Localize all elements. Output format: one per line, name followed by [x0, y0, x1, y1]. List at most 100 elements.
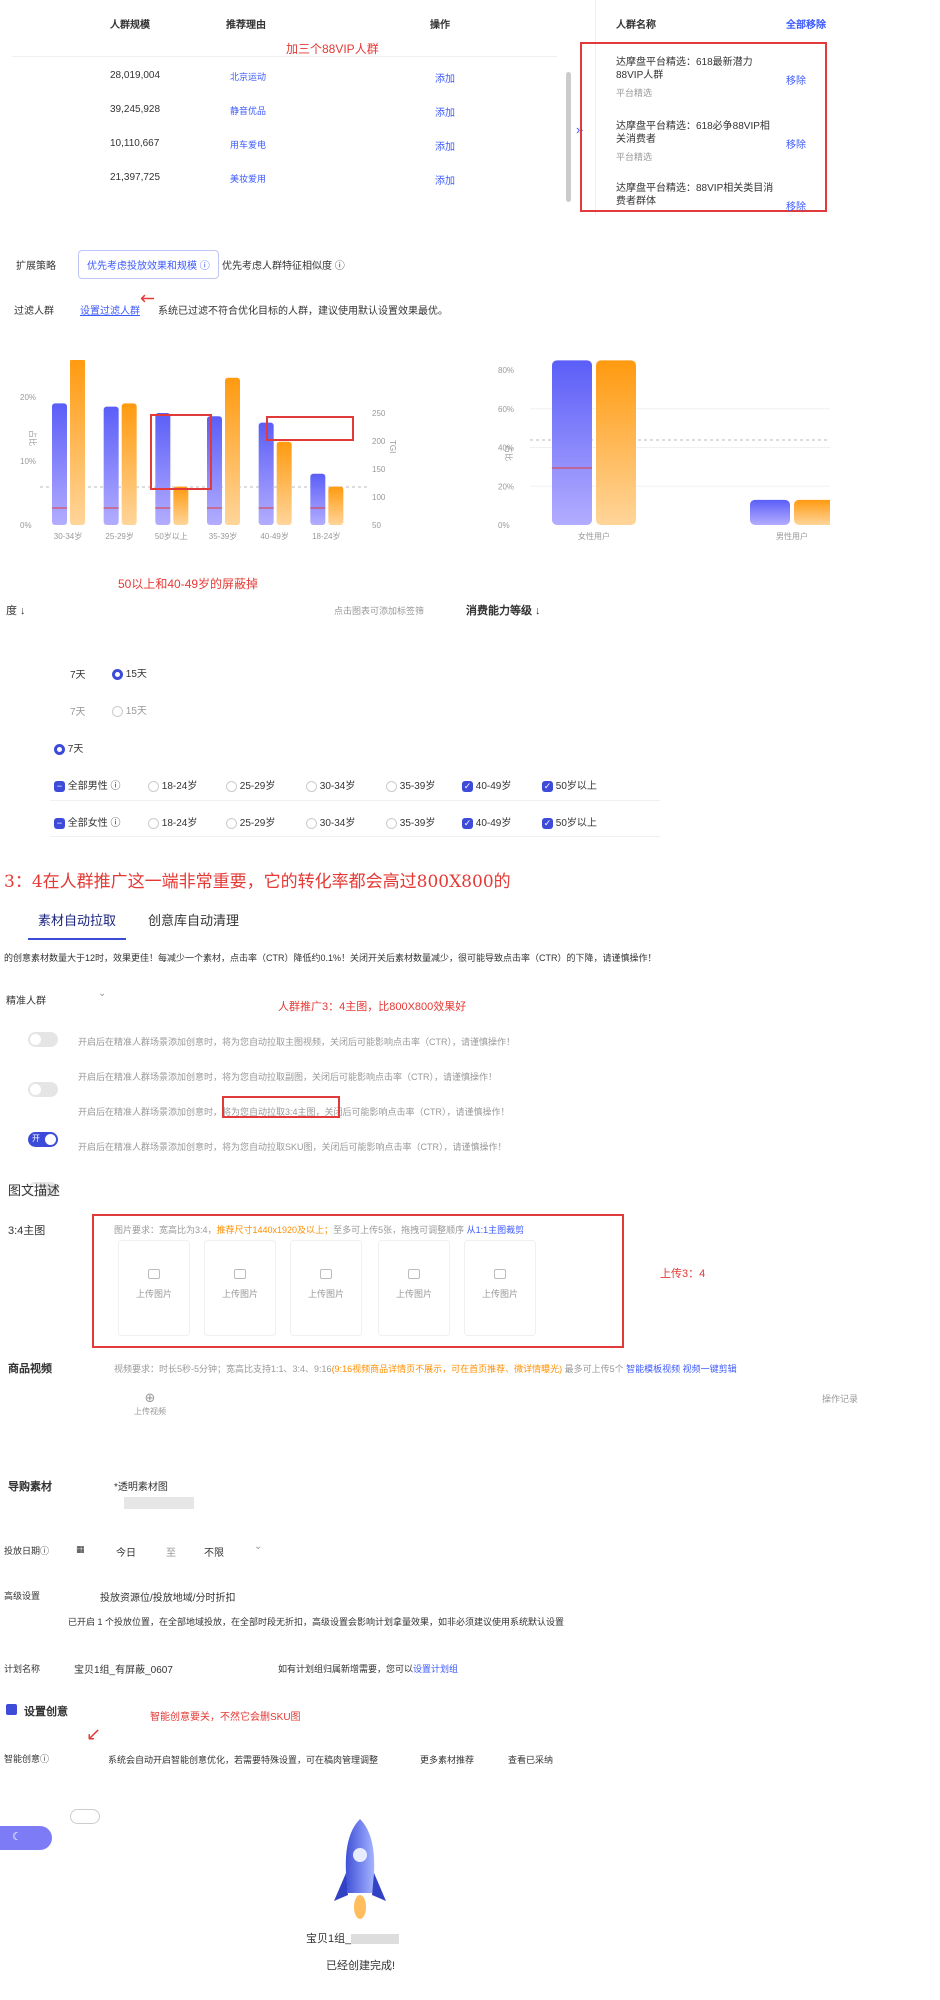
- x-tick-label: 35-39岁: [209, 531, 237, 541]
- days7-radio[interactable]: 7天: [54, 740, 83, 755]
- banner-annotation: 3：4在人群推广这一端非常重要，它的转化率都会高过800X800的: [4, 872, 511, 892]
- strategy-option-similarity[interactable]: 优先考虑人群特征相似度 ⓘ: [222, 257, 345, 272]
- x-tick-label: 25-29岁: [105, 531, 133, 541]
- filter-label: 过滤人群: [14, 306, 54, 317]
- view-adopted-link[interactable]: 查看已采纳: [508, 1753, 553, 1766]
- audience-select[interactable]: 精准人群: [6, 992, 46, 1007]
- guide-label: 导购素材: [8, 1481, 52, 1493]
- set-filter-link[interactable]: 设置过滤人群: [80, 302, 140, 317]
- done-plan-name: 宝贝1组_: [306, 1930, 400, 1946]
- guide-thumbnail[interactable]: [124, 1497, 194, 1509]
- calendar-icon[interactable]: ▦: [76, 1544, 85, 1555]
- row-reason: 用车爱电: [230, 140, 267, 150]
- col-action-header: 操作: [430, 20, 450, 31]
- col-size-header: 人群规模: [110, 20, 150, 31]
- sort-label[interactable]: 度 ↓: [6, 602, 26, 618]
- upload-image-slot[interactable]: 上传图片: [204, 1240, 276, 1336]
- female-age-checkbox[interactable]: ✓ 40-49岁: [462, 814, 511, 829]
- upload-image-slot[interactable]: 上传图片: [378, 1240, 450, 1336]
- male-age-checkbox[interactable]: ✓ 50岁以上: [542, 777, 597, 792]
- plan-name-input[interactable]: 宝贝1组_有屏蔽_0607: [74, 1661, 173, 1676]
- female-age-checkbox[interactable]: ✓ 50岁以上: [542, 814, 597, 829]
- remove-all-link[interactable]: 全部移除: [786, 16, 826, 31]
- bar: [310, 473, 326, 525]
- row-reason: 北京运动: [230, 72, 267, 82]
- creative-label: 智能创意ⓘ: [4, 1754, 50, 1764]
- loading-button[interactable]: ☾: [0, 1826, 52, 1850]
- male-age-option[interactable]: 18-24岁: [148, 777, 197, 792]
- toggle-video[interactable]: [28, 1032, 58, 1047]
- upload-image-slot[interactable]: 上传图片: [464, 1240, 536, 1336]
- filter-desc: 系统已过滤不符合优化目标的人群，建议使用默认设置效果最优。: [158, 306, 448, 317]
- row-reason: 静音优品: [230, 106, 267, 116]
- strategy-option-effect[interactable]: 优先考虑投放效果和规模 ⓘ: [78, 250, 219, 279]
- table-row: 10,110,667 用车爱电 添加: [110, 128, 570, 162]
- video-req: 视频要求：时长5秒-5分钟；宽高比支持1:1、3:4、9:16(9:16视频商品…: [114, 1364, 737, 1374]
- upload-image-slot[interactable]: 上传图片: [118, 1240, 190, 1336]
- remove-link[interactable]: 移除: [786, 136, 806, 151]
- male-age-option[interactable]: 25-29岁: [226, 777, 275, 792]
- bar: [794, 499, 830, 525]
- y-tick-label: 20%: [20, 393, 36, 402]
- guide-req: *透明素材图: [114, 1482, 168, 1493]
- annotation-34-main: 人群推广3：4主图，比800X800效果好: [278, 1001, 467, 1013]
- date-end[interactable]: 不限: [204, 1544, 224, 1559]
- upload-image-slot[interactable]: 上传图片: [290, 1240, 362, 1336]
- remove-link[interactable]: 移除: [786, 198, 806, 213]
- bar: [70, 360, 85, 525]
- bar: [328, 486, 344, 525]
- female-age-option[interactable]: 30-34岁: [306, 814, 355, 829]
- advanced-value[interactable]: 投放资源位/投放地域/分时折扣: [100, 1589, 236, 1604]
- x-tick-label: 50岁以上: [155, 531, 188, 541]
- male-age-option[interactable]: 35-39岁: [386, 777, 435, 792]
- gender-chart[interactable]: 0%20%40%60%80%占比女性用户 男性用户: [470, 360, 830, 560]
- y-axis-label: 占比: [504, 445, 514, 461]
- table-row: 21,397,725 美妆爱用 添加: [110, 162, 570, 196]
- material-tip: 的创意素材数量大于12时，效果更佳！每减少一个素材，点击率（CTR）降低约0.1…: [4, 953, 657, 963]
- date-start[interactable]: 今日: [116, 1544, 136, 1559]
- toggle-sub-image[interactable]: [28, 1082, 58, 1097]
- bar: [52, 403, 67, 525]
- selected-item-source: 平台精选: [616, 152, 653, 162]
- smart-creative-toggle[interactable]: [70, 1809, 100, 1824]
- male-all-checkbox[interactable]: − 全部男性 ⓘ: [54, 777, 121, 792]
- x-tick-label: 男性用户: [776, 531, 808, 541]
- male-age-option[interactable]: 30-34岁: [306, 777, 355, 792]
- add-link[interactable]: 添加: [435, 70, 455, 85]
- date-sep: 至: [166, 1548, 176, 1559]
- add-link[interactable]: 添加: [435, 138, 455, 153]
- chevron-down-icon[interactable]: ⌄: [98, 988, 106, 999]
- female-age-option[interactable]: 18-24岁: [148, 814, 197, 829]
- add-link[interactable]: 添加: [435, 172, 455, 187]
- consumption-sort[interactable]: 消费能力等级 ↓: [466, 602, 541, 618]
- creative-icon: [6, 1704, 17, 1715]
- remove-link[interactable]: 移除: [786, 72, 806, 87]
- y-tick-label: 60%: [498, 405, 514, 414]
- tab-library-clean[interactable]: 创意库自动清理: [148, 910, 239, 929]
- toggle-34-image[interactable]: 开: [28, 1132, 58, 1147]
- female-age-option[interactable]: 25-29岁: [226, 814, 275, 829]
- days15-radio[interactable]: 15天: [112, 665, 147, 680]
- chevron-down-icon[interactable]: ⌄: [254, 1541, 262, 1552]
- bar: [596, 360, 636, 525]
- date-label: 投放日期ⓘ: [4, 1546, 50, 1556]
- more-material-link[interactable]: 更多素材推荐: [420, 1753, 474, 1766]
- add-link[interactable]: 添加: [435, 104, 455, 119]
- operation-log[interactable]: 操作记录: [822, 1392, 858, 1405]
- rocket-icon: [334, 1819, 386, 1919]
- scrollbar[interactable]: [566, 72, 571, 202]
- highlight-34: [222, 1096, 340, 1118]
- tab-material-pull[interactable]: 素材自动拉取: [38, 910, 116, 929]
- table-row: 39,245,928 静音优品 添加: [110, 94, 570, 128]
- y2-axis-label: TGI: [388, 440, 397, 453]
- days15-radio-disabled[interactable]: 15天: [112, 702, 147, 717]
- female-age-option[interactable]: 35-39岁: [386, 814, 435, 829]
- male-age-checkbox[interactable]: ✓ 40-49岁: [462, 777, 511, 792]
- y-tick-label: 80%: [498, 366, 514, 375]
- upload-video[interactable]: ⊕ 上传视频: [118, 1390, 182, 1450]
- female-all-checkbox[interactable]: − 全部女性 ⓘ: [54, 814, 121, 829]
- y-tick-label: 20%: [498, 482, 514, 491]
- bar: [103, 406, 119, 525]
- arrow-annotation-icon: ↙: [86, 1724, 102, 1744]
- row-reason: 美妆爱用: [230, 174, 267, 184]
